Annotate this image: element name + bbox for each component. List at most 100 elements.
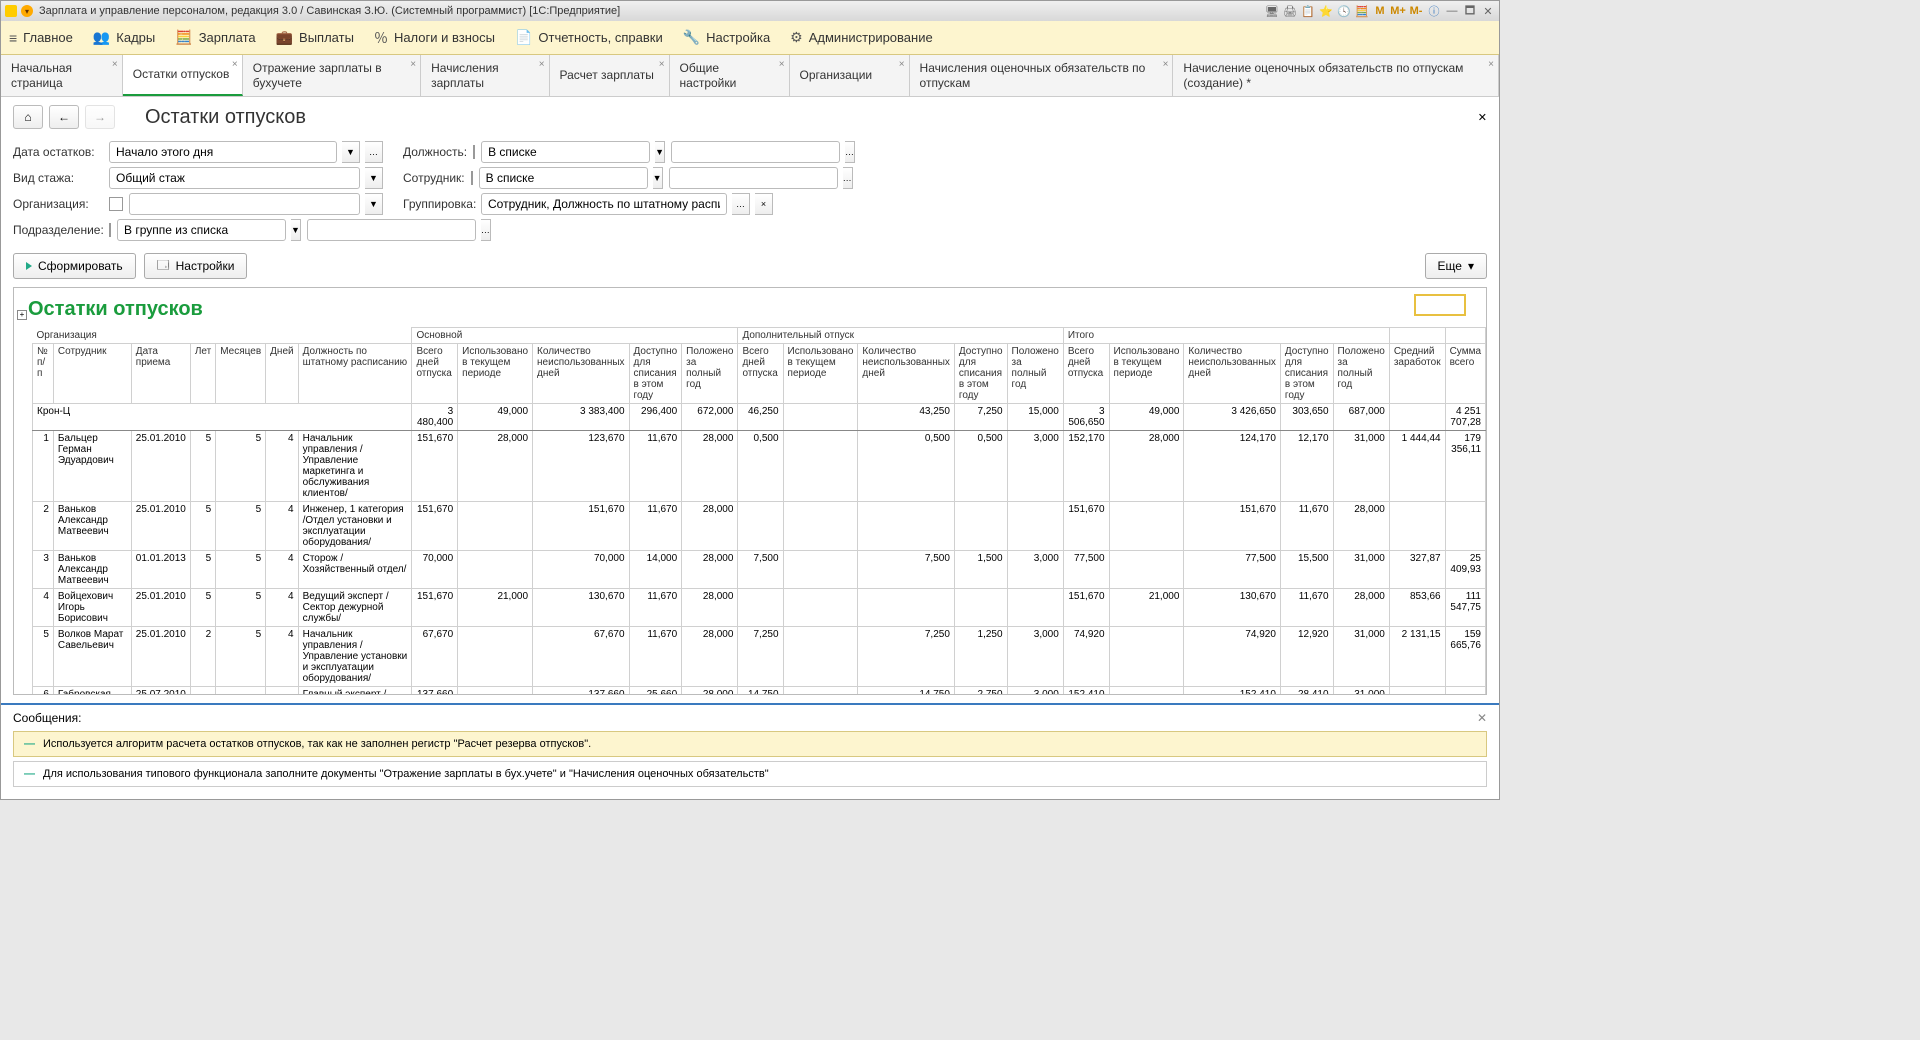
org-input[interactable] [129, 193, 360, 215]
menu-icon: 👥 [93, 29, 110, 46]
date-more[interactable]: … [365, 141, 383, 163]
table-row[interactable]: 3Ваньков Александр Матвеевич01.01.201355… [33, 551, 1486, 589]
tab-close-icon[interactable]: × [659, 59, 665, 71]
dol-mode-input[interactable] [481, 141, 650, 163]
podr-mode-dd[interactable]: ▼ [291, 219, 301, 241]
bullet-icon: — [24, 768, 35, 780]
messages-close-icon[interactable]: ✕ [1477, 711, 1487, 725]
maximize-icon[interactable]: 🗖 [1463, 4, 1477, 18]
tb-icon-4[interactable]: ⭐ [1319, 4, 1333, 18]
stazh-input[interactable] [109, 167, 360, 189]
tab-Начисление оценочных обязательств по отпускам (создание) *[interactable]: Начисление оценочных обязательств по отп… [1173, 55, 1499, 96]
tab-Начисления зарплаты[interactable]: Начисления зарплаты× [421, 55, 549, 96]
tab-Остатки отпусков[interactable]: Остатки отпусков× [123, 55, 243, 96]
sotr-mode-dd[interactable]: ▼ [653, 167, 663, 189]
tab-close-icon[interactable]: × [232, 59, 238, 71]
org-label: Организация: [13, 197, 103, 211]
menu-Отчетность, справки[interactable]: 📄Отчетность, справки [515, 29, 663, 46]
tb-icon-1[interactable]: 🖥 [1265, 4, 1279, 18]
more-button[interactable]: Еще ▾ [1425, 253, 1487, 279]
tab-close-icon[interactable]: × [539, 59, 545, 71]
grp-more[interactable]: … [732, 193, 750, 215]
table-row[interactable]: 1Бальцер Герман Эдуардович25.01.2010554Н… [33, 431, 1486, 502]
tab-close-icon[interactable]: × [410, 59, 416, 71]
tb-icon-6[interactable]: 🧮 [1355, 4, 1369, 18]
tab-Общие настройки[interactable]: Общие настройки× [670, 55, 790, 96]
podr-mode-input[interactable] [117, 219, 286, 241]
date-label: Дата остатков: [13, 145, 103, 159]
tab-Начальная страница[interactable]: Начальная страница× [1, 55, 123, 96]
tb-mplus[interactable]: M+ [1391, 4, 1405, 18]
tb-icon-3[interactable]: 📋 [1301, 4, 1315, 18]
tb-mminus[interactable]: M- [1409, 4, 1423, 18]
tab-close-icon[interactable]: × [1163, 59, 1169, 71]
tab-Начисления оценочных обязательств по отпускам[interactable]: Начисления оценочных обязательств по отп… [910, 55, 1174, 96]
app-logo-icon [5, 5, 17, 17]
tb-icon-2[interactable]: 🖨 [1283, 4, 1297, 18]
dol-checkbox[interactable] [473, 145, 475, 159]
app-title: Зарплата и управление персоналом, редакц… [39, 5, 620, 17]
dol-label: Должность: [403, 145, 467, 159]
table-row[interactable]: 5Волков Марат Савельевич25.01.2010254Нач… [33, 627, 1486, 687]
main-menu: ≡Главное 👥Кадры 🧮Зарплата 💼Выплаты ％Налоги и… [1, 21, 1499, 55]
menu-Кадры[interactable]: 👥Кадры [93, 29, 155, 46]
tab-close-icon[interactable]: × [1488, 59, 1494, 71]
tab-close-icon[interactable]: × [899, 59, 905, 71]
menu-Настройка[interactable]: 🔧Настройка [683, 29, 770, 46]
page-title: Остатки отпусков [145, 106, 306, 129]
bullet-icon: — [24, 738, 35, 750]
menu-icon: 🧮 [175, 29, 192, 46]
org-dropdown[interactable]: ▼ [365, 193, 383, 215]
expand-all-icon[interactable]: + [17, 310, 27, 320]
tab-Расчет зарплаты[interactable]: Расчет зарплаты× [550, 55, 670, 96]
sotr-mode-input[interactable] [479, 167, 648, 189]
menu-Налоги и взносы[interactable]: ％Налоги и взносы [374, 28, 495, 48]
tab-Отражение зарплаты в бухучете[interactable]: Отражение зарплаты в бухучете× [243, 55, 421, 96]
close-icon[interactable]: ✕ [1481, 4, 1495, 18]
menu-Администрирование[interactable]: ⚙Администрирование [790, 29, 933, 46]
menu-Выплаты[interactable]: 💼Выплаты [276, 29, 354, 46]
table-row[interactable]: 6Габровская Светлана Марковна25.07.2010Г… [33, 687, 1486, 696]
settings-button[interactable]: 🗔 Настройки [144, 253, 248, 279]
podr-checkbox[interactable] [109, 223, 111, 237]
report-area[interactable]: Остатки отпусков + ОрганизацияОсновнойДо… [13, 287, 1487, 695]
tab-Организации[interactable]: Организации× [790, 55, 910, 96]
table-row[interactable]: 4Войцехович Игорь Борисович25.01.2010554… [33, 589, 1486, 627]
date-input[interactable] [109, 141, 337, 163]
help-icon[interactable]: ⓘ [1427, 4, 1441, 18]
minimize-icon[interactable]: — [1445, 4, 1459, 18]
play-icon [26, 262, 32, 270]
sotr-checkbox[interactable] [471, 171, 473, 185]
dol-mode-dd[interactable]: ▼ [655, 141, 665, 163]
messages-panel: —Используется алгоритм расчета остатков … [1, 731, 1499, 799]
home-button[interactable]: ⌂ [13, 105, 43, 129]
date-dropdown[interactable]: ▼ [342, 141, 360, 163]
tab-close-icon[interactable]: × [112, 59, 118, 71]
menu-Зарплата[interactable]: 🧮Зарплата [175, 29, 255, 46]
grp-input[interactable] [481, 193, 727, 215]
back-button[interactable]: ← [49, 105, 79, 129]
menu-icon: ⚙ [790, 29, 803, 46]
stazh-label: Вид стажа: [13, 171, 103, 185]
form-button[interactable]: Сформировать [13, 253, 136, 279]
stazh-dropdown[interactable]: ▼ [365, 167, 383, 189]
menu-icon: 📄 [515, 29, 532, 46]
sotr-label: Сотрудник: [403, 171, 465, 185]
forward-button[interactable]: → [85, 105, 115, 129]
table-row[interactable]: 2Ваньков Александр Матвеевич25.01.201055… [33, 502, 1486, 551]
podr-label: Подразделение: [13, 223, 103, 237]
group-row[interactable]: Крон-Ц3 480,40049,0003 383,400296,400672… [33, 404, 1486, 431]
tab-close-icon[interactable]: × [779, 59, 785, 71]
menu-icon: 💼 [276, 29, 293, 46]
grp-clear[interactable]: × [755, 193, 773, 215]
page-close-icon[interactable]: ✕ [1478, 111, 1487, 124]
tb-m[interactable]: M [1373, 4, 1387, 18]
tb-icon-5[interactable]: 🕓 [1337, 4, 1351, 18]
menu-icon: 🔧 [683, 29, 700, 46]
report-table: ОрганизацияОсновнойДополнительный отпуск… [32, 327, 1486, 695]
messages-title: Сообщения: [13, 711, 81, 725]
dropdown-icon[interactable]: ▾ [21, 5, 33, 17]
org-checkbox[interactable] [109, 197, 123, 211]
menu-Главное[interactable]: ≡Главное [9, 30, 73, 46]
menu-icon: ≡ [9, 30, 17, 46]
